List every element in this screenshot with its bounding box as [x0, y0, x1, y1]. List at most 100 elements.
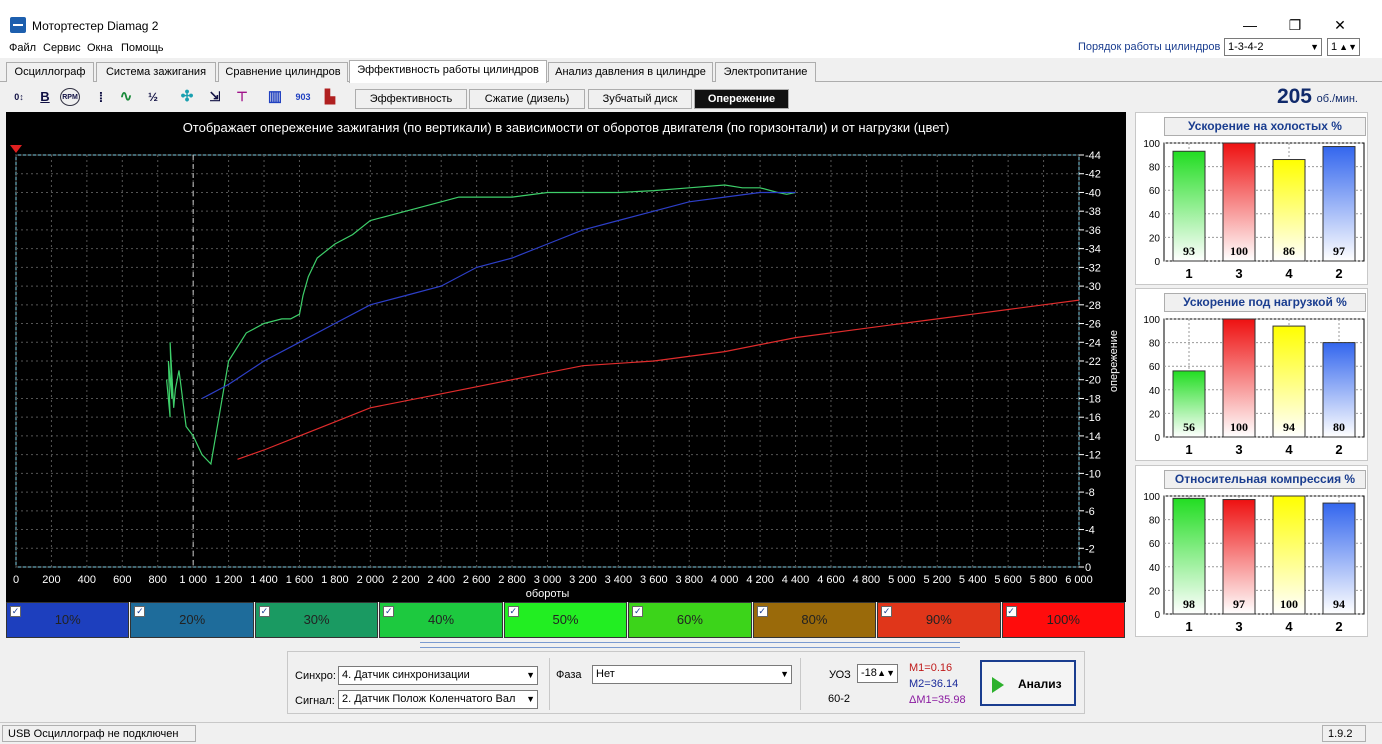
idle-accel-panel: Ускорение на холостых % 0 20 40 60 80 100 93 1 1…	[1135, 112, 1368, 285]
load-toggle[interactable]: ✓ 60%	[628, 602, 752, 638]
menu-file[interactable]: Файл	[9, 42, 36, 54]
checkbox-icon[interactable]: ✓	[1005, 606, 1017, 617]
x-tick-label: 5 000	[888, 574, 916, 586]
x-tick-label: 6 000	[1065, 574, 1093, 586]
cylinder-label: 4	[1285, 266, 1293, 281]
tab-ignition[interactable]: Система зажигания	[96, 62, 216, 82]
x-tick-label: 3 000	[534, 574, 562, 586]
tab-cylinder-compare[interactable]: Сравнение цилиндров	[218, 62, 348, 82]
bar-value-label: 97	[1333, 244, 1345, 258]
analyze-button[interactable]: Анализ	[980, 660, 1076, 706]
y-tick-label: -6	[1085, 506, 1095, 518]
tab-cylinder-efficiency[interactable]: Эффективность работы цилиндров	[349, 60, 547, 83]
load-toggle[interactable]: ✓ 100%	[1001, 602, 1125, 638]
x-tick-label: 800	[149, 574, 167, 586]
cylinder-order-label: Порядок работы цилиндров	[1078, 41, 1221, 53]
y-tick-label: 60	[1149, 539, 1161, 550]
scale-icon[interactable]: ⁞	[91, 88, 111, 106]
cylinder-order-select[interactable]: 1-3-4-2 ▼	[1224, 38, 1322, 56]
load-label: 80%	[801, 612, 828, 627]
load-label: 40%	[428, 612, 455, 627]
load-accel-title: Ускорение под нагрузкой %	[1164, 293, 1366, 312]
menu-windows[interactable]: Окна	[87, 42, 113, 54]
advance-series-2	[201, 191, 796, 400]
tab-oscilloscope[interactable]: Осциллограф	[6, 62, 94, 82]
filter-icon[interactable]: ⊤	[232, 88, 252, 106]
load-toggle[interactable]: ✓ 40%	[379, 602, 503, 638]
minimize-button[interactable]: —	[1230, 14, 1270, 36]
checkbox-icon[interactable]: ✓	[258, 606, 270, 617]
idle-accel-title: Ускорение на холостых %	[1164, 117, 1366, 136]
load-toggle[interactable]: ✓ 80%	[752, 602, 877, 638]
close-button[interactable]: ✕	[1320, 14, 1360, 36]
x-tick-label: 0	[13, 574, 19, 586]
load-toggle[interactable]: ✓ 20%	[130, 602, 254, 638]
y-tick-label: 0	[1154, 610, 1160, 621]
load-label: 50%	[552, 612, 579, 627]
uoz-spinner[interactable]: -18 ▲▼	[857, 664, 898, 683]
load-filter-bar: ✓ 10% ✓ 20% ✓ 30% ✓ 40% ✓ 50% ✓ 60% ✓ 80% ✓ 90% ✓ 100%	[6, 602, 1126, 638]
load-toggle[interactable]: ✓ 90%	[877, 602, 1001, 638]
zero-adjust-icon[interactable]: 0↕	[9, 88, 29, 106]
y-tick-label: -36	[1085, 225, 1101, 237]
sync-select[interactable]: 4. Датчик синхронизации ▼	[338, 666, 538, 685]
load-toggle[interactable]: ✓ 30%	[254, 602, 379, 638]
sort-icon[interactable]: ⇲	[205, 88, 225, 106]
x-tick-label: 3 600	[640, 574, 668, 586]
degree-icon[interactable]: 903	[293, 88, 313, 106]
x-tick-label: 5 200	[924, 574, 952, 586]
y-tick-label: -40	[1085, 187, 1101, 199]
x-tick-label: 4 400	[782, 574, 810, 586]
y-tick-label: 100	[1143, 315, 1160, 326]
fraction-icon[interactable]: ½	[143, 88, 163, 106]
level-icon[interactable]: ▙	[320, 88, 340, 106]
vertical-splitter[interactable]	[1126, 112, 1134, 636]
menu-service[interactable]: Сервис	[43, 42, 81, 54]
bold-icon[interactable]: B	[35, 88, 55, 106]
load-label: 20%	[179, 612, 206, 627]
cylinder-label: 3	[1235, 619, 1242, 634]
checkbox-icon[interactable]: ✓	[134, 606, 146, 617]
x-tick-label: 3 800	[675, 574, 703, 586]
subtab-gear-disc[interactable]: Зубчатый диск	[588, 89, 692, 109]
tab-pressure[interactable]: Анализ давления в цилиндре	[548, 62, 713, 82]
load-toggle[interactable]: ✓ 10%	[6, 602, 130, 638]
horizontal-splitter[interactable]	[420, 642, 960, 648]
checkbox-icon[interactable]: ✓	[632, 606, 644, 617]
menu-help[interactable]: Помощь	[121, 42, 164, 54]
signal-select[interactable]: 2. Датчик Полож Коленчатого Вал ▼	[338, 690, 538, 709]
bars-icon[interactable]: ▥	[265, 88, 285, 106]
marker-m1: M1=0.16	[909, 662, 953, 674]
y-tick-label: 20	[1149, 586, 1161, 597]
curve-icon[interactable]: ∿	[116, 88, 136, 106]
checkbox-icon[interactable]: ✓	[10, 606, 21, 617]
fan-icon[interactable]: ✣	[177, 88, 197, 106]
load-toggle[interactable]: ✓ 50%	[503, 602, 628, 638]
maximize-button[interactable]: ❐	[1275, 14, 1315, 36]
sync-label: Синхро:	[295, 670, 336, 682]
checkbox-icon[interactable]: ✓	[383, 606, 395, 617]
x-tick-label: 2 000	[357, 574, 385, 586]
subtab-compression[interactable]: Сжатие (дизель)	[469, 89, 585, 109]
checkbox-icon[interactable]: ✓	[756, 606, 768, 617]
cylinder-spinner[interactable]: 1 ▲▼	[1327, 38, 1360, 56]
checkbox-icon[interactable]: ✓	[507, 606, 519, 617]
y-tick-label: -22	[1085, 356, 1101, 368]
rpm-icon[interactable]: RPM	[60, 88, 80, 106]
signal-label: Сигнал:	[295, 695, 335, 707]
divider	[800, 658, 801, 710]
subtab-advance[interactable]: Опережение	[694, 89, 789, 109]
x-tick-label: 1 200	[215, 574, 243, 586]
tab-power[interactable]: Электропитание	[715, 62, 816, 82]
phase-select[interactable]: Нет ▼	[592, 665, 792, 684]
y-tick-label: 40	[1149, 563, 1161, 574]
divider	[549, 658, 550, 710]
advance-chart: Отображает опережение зажигания (по верт…	[6, 112, 1126, 602]
x-tick-label: 4 600	[817, 574, 845, 586]
x-axis-label: обороты	[526, 588, 570, 600]
subtab-efficiency[interactable]: Эффективность	[355, 89, 467, 109]
x-tick-label: 2 800	[498, 574, 526, 586]
x-tick-label: 1 400	[250, 574, 278, 586]
checkbox-icon[interactable]: ✓	[881, 606, 893, 617]
y-tick-label: -44	[1085, 150, 1101, 162]
